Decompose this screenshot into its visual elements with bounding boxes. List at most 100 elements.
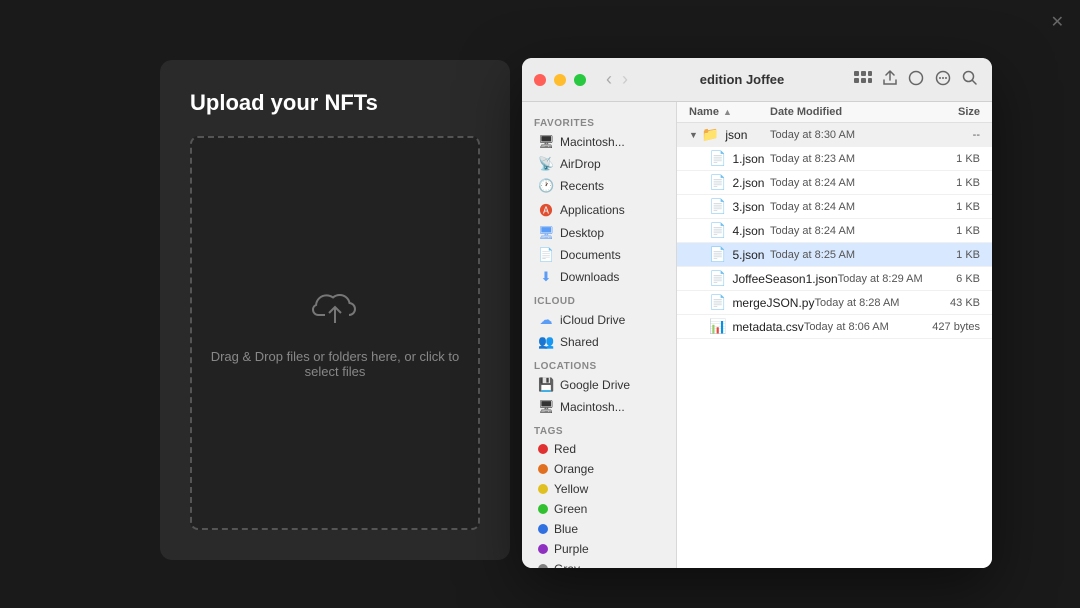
sidebar-item-label: AirDrop <box>560 157 601 171</box>
file-icon: 📄 <box>709 150 726 167</box>
back-button[interactable]: ‹ <box>602 67 616 92</box>
file-row[interactable]: 📄 2.json Today at 8:24 AM 1 KB <box>677 171 992 195</box>
file-row[interactable]: 📄 5.json Today at 8:25 AM 1 KB <box>677 243 992 267</box>
sidebar-item-label: Gray <box>554 562 580 568</box>
sidebar-item-tag-orange[interactable]: Orange <box>526 459 672 479</box>
page-title: Upload your NFTs <box>190 90 378 116</box>
sidebar-item-recents[interactable]: 🕐 Recents <box>526 175 672 197</box>
sidebar-item-label: Recents <box>560 179 604 193</box>
sidebar-item-label: Google Drive <box>560 378 630 392</box>
tag-yellow-dot <box>538 484 548 494</box>
upload-panel: Upload your NFTs Drag & Drop files or fo… <box>160 60 510 560</box>
file-name: 5.json <box>732 248 770 262</box>
sidebar-item-documents[interactable]: 📄 Documents <box>526 244 672 266</box>
forward-button[interactable]: › <box>618 67 632 92</box>
action-icon[interactable] <box>932 68 954 92</box>
sidebar-item-tag-gray[interactable]: Gray <box>526 559 672 568</box>
favorites-label: Favorites <box>522 110 676 131</box>
finder-titlebar: ‹ › edition Joffee <box>522 58 992 102</box>
file-name: 4.json <box>732 224 770 238</box>
recents-icon: 🕐 <box>538 178 554 194</box>
nav-buttons: ‹ › <box>602 67 632 92</box>
finder-sidebar: Favorites 🖥 Macintosh... 📡 AirDrop 🕐 Rec… <box>522 102 677 568</box>
file-size: 1 KB <box>910 153 980 165</box>
google-drive-icon: 💾 <box>538 377 554 393</box>
file-row[interactable]: 📄 3.json Today at 8:24 AM 1 KB <box>677 195 992 219</box>
sidebar-item-tag-blue[interactable]: Blue <box>526 519 672 539</box>
drop-zone[interactable]: Drag & Drop files or folders here, or cl… <box>190 136 480 530</box>
file-icon: 📊 <box>709 318 726 335</box>
sidebar-item-tag-purple[interactable]: Purple <box>526 539 672 559</box>
close-button[interactable]: ✕ <box>1051 12 1064 32</box>
sidebar-item-desktop[interactable]: 🖥 Desktop <box>526 222 672 244</box>
finder-toolbar <box>852 68 980 92</box>
file-size: 1 KB <box>910 201 980 213</box>
file-date: Today at 8:25 AM <box>770 249 910 261</box>
folder-size: -- <box>910 129 980 141</box>
file-date: Today at 8:29 AM <box>838 273 933 285</box>
tag-blue-dot <box>538 524 548 534</box>
sidebar-item-label: Shared <box>560 335 599 349</box>
sidebar-item-tag-yellow[interactable]: Yellow <box>526 479 672 499</box>
icloud-label: iCloud <box>522 288 676 309</box>
sidebar-item-icloud-drive[interactable]: ☁ iCloud Drive <box>526 309 672 331</box>
file-list: Name ▲ Date Modified Size ▼ 📁 json Today… <box>677 102 992 568</box>
file-name: 1.json <box>732 152 770 166</box>
cloud-upload-icon <box>311 287 359 337</box>
file-row[interactable]: 📄 4.json Today at 8:24 AM 1 KB <box>677 219 992 243</box>
traffic-light-green[interactable] <box>574 74 586 86</box>
file-size: 1 KB <box>910 225 980 237</box>
traffic-light-red[interactable] <box>534 74 546 86</box>
finder-body: Favorites 🖥 Macintosh... 📡 AirDrop 🕐 Rec… <box>522 102 992 568</box>
file-size: 1 KB <box>910 249 980 261</box>
tag-green-dot <box>538 504 548 514</box>
sidebar-item-label: Purple <box>554 542 589 556</box>
file-date: Today at 8:24 AM <box>770 201 910 213</box>
sidebar-item-label: Orange <box>554 462 594 476</box>
column-size: Size <box>910 106 980 118</box>
tag-icon[interactable] <box>906 68 926 92</box>
sidebar-item-google-drive[interactable]: 💾 Google Drive <box>526 374 672 396</box>
view-options-icon[interactable] <box>852 69 874 91</box>
tag-red-dot <box>538 444 548 454</box>
file-date: Today at 8:24 AM <box>770 177 910 189</box>
file-icon: 📄 <box>709 198 726 215</box>
sidebar-item-label: iCloud Drive <box>560 313 625 327</box>
file-size: 427 bytes <box>921 321 980 333</box>
file-row[interactable]: 📄 mergeJSON.py Today at 8:28 AM 43 KB <box>677 291 992 315</box>
sidebar-item-tag-red[interactable]: Red <box>526 439 672 459</box>
sidebar-item-airdrop[interactable]: 📡 AirDrop <box>526 153 672 175</box>
file-size: 43 KB <box>925 297 980 309</box>
folder-row-json[interactable]: ▼ 📁 json Today at 8:30 AM -- <box>677 123 992 147</box>
icloud-drive-icon: ☁ <box>538 312 554 328</box>
file-name: mergeJSON.py <box>732 296 814 310</box>
traffic-light-yellow[interactable] <box>554 74 566 86</box>
sidebar-item-tag-green[interactable]: Green <box>526 499 672 519</box>
file-row[interactable]: 📊 metadata.csv Today at 8:06 AM 427 byte… <box>677 315 992 339</box>
documents-icon: 📄 <box>538 247 554 263</box>
sidebar-item-shared[interactable]: 👥 Shared <box>526 331 672 353</box>
file-list-header: Name ▲ Date Modified Size <box>677 102 992 123</box>
file-row[interactable]: 📄 JoffeeSeason1.json Today at 8:29 AM 6 … <box>677 267 992 291</box>
search-icon[interactable] <box>960 68 980 92</box>
tag-purple-dot <box>538 544 548 554</box>
folder-name: json <box>725 128 770 142</box>
sidebar-item-label: Macintosh... <box>560 135 625 149</box>
file-icon: 📄 <box>709 174 726 191</box>
file-size: 6 KB <box>933 273 980 285</box>
file-row[interactable]: 📄 1.json Today at 8:23 AM 1 KB <box>677 147 992 171</box>
share-icon[interactable] <box>880 68 900 92</box>
sidebar-item-downloads[interactable]: ⬇ Downloads <box>526 266 672 288</box>
finder-window: ‹ › edition Joffee <box>522 58 992 568</box>
finder-title: edition Joffee <box>640 72 844 87</box>
sidebar-item-macintosh[interactable]: 🖥 Macintosh... <box>526 131 672 153</box>
drop-zone-text: Drag & Drop files or folders here, or cl… <box>192 349 478 379</box>
sidebar-item-macintosh-hd[interactable]: 🖥 Macintosh... <box>526 396 672 418</box>
file-name: 3.json <box>732 200 770 214</box>
file-date: Today at 8:28 AM <box>814 297 924 309</box>
macintosh-hd-icon: 🖥 <box>538 399 554 415</box>
file-name: metadata.csv <box>732 320 803 334</box>
macintosh-icon: 🖥 <box>538 134 554 150</box>
sidebar-item-applications[interactable]: 🅐 Applications <box>526 197 672 222</box>
file-name: JoffeeSeason1.json <box>732 272 837 286</box>
